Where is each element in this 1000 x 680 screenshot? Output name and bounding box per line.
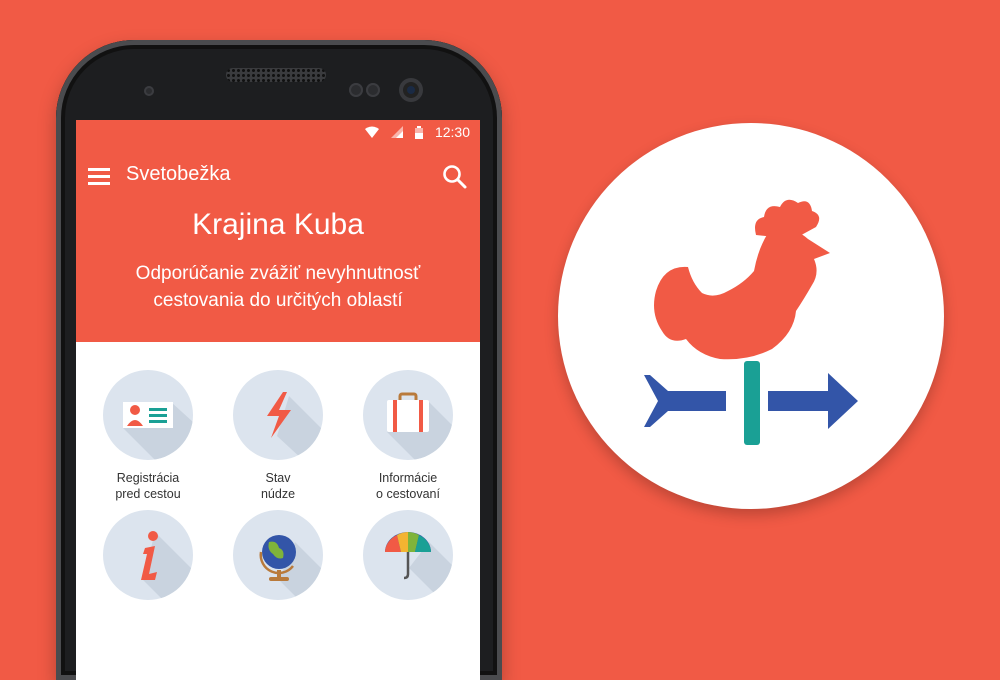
- tile-label: Registrácia pred cestou: [115, 471, 181, 501]
- front-camera: [399, 78, 423, 102]
- phone-frame: 12:30 Svetobežka Krajina Kuba Odporúčani…: [56, 40, 502, 680]
- toolbar: Svetobežka: [76, 160, 480, 192]
- tile-globe[interactable]: [218, 510, 338, 610]
- tile-icon-circle: [233, 370, 323, 460]
- weathervane-rooster-icon: [644, 199, 858, 445]
- tile-icon-circle: [103, 370, 193, 460]
- app-header: 12:30 Svetobežka Krajina Kuba Odporúčani…: [76, 120, 480, 342]
- umbrella-icon: [385, 532, 453, 600]
- status-clock: 12:30: [434, 124, 470, 140]
- tile-icon-circle: [363, 370, 453, 460]
- earpiece-speaker: [226, 68, 326, 82]
- country-title: Krajina Kuba: [192, 208, 364, 241]
- status-bar: 12:30: [364, 122, 470, 142]
- tile-label: Informácie o cestovaní: [376, 471, 440, 501]
- light-sensor: [366, 83, 380, 97]
- tile-icon-circle: [103, 510, 193, 600]
- app-screen: 12:30 Svetobežka Krajina Kuba Odporúčani…: [76, 120, 480, 680]
- tile-icon-circle: [233, 510, 323, 600]
- tile-travel-info[interactable]: Informácie o cestovaní: [348, 370, 468, 502]
- tile-weather[interactable]: [348, 510, 468, 610]
- search-icon[interactable]: [442, 164, 468, 190]
- travel-advisory-text: Odporúčanie zvážiť nevyhnutnosť cestovan…: [135, 263, 421, 311]
- globe-icon: [259, 535, 323, 600]
- tile-emergency[interactable]: Stav núdze: [218, 370, 338, 502]
- tile-info[interactable]: [88, 510, 208, 610]
- battery-icon: [414, 125, 423, 139]
- suitcase-icon: [387, 392, 453, 460]
- signal-icon: [390, 126, 403, 138]
- tile-icon-circle: [363, 510, 453, 600]
- menu-icon[interactable]: [88, 166, 112, 186]
- wifi-icon: [364, 126, 379, 138]
- info-icon: [141, 531, 193, 600]
- tile-registration[interactable]: Registrácia pred cestou: [88, 370, 208, 502]
- light-sensor: [349, 83, 363, 97]
- proximity-sensor: [144, 86, 154, 96]
- tile-label: Stav núdze: [260, 471, 296, 501]
- app-title: Svetobežka: [126, 163, 231, 185]
- id-card-icon: [123, 402, 193, 460]
- lightning-icon: [267, 392, 323, 460]
- app-logo: [558, 123, 944, 509]
